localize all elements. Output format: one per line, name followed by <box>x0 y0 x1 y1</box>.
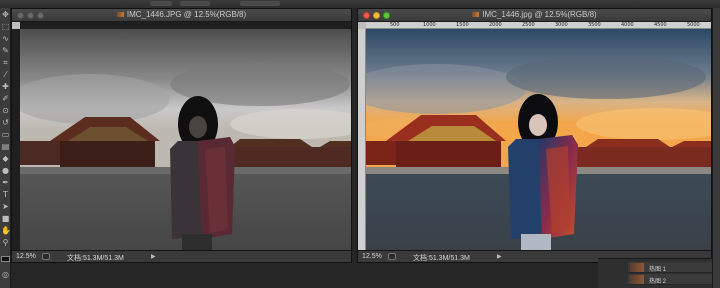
window-title: IMC_1446.jpg @ 12.5%(RGB/8) <box>358 10 711 19</box>
dodge-tool-icon[interactable]: ● <box>1 166 10 175</box>
image-canvas[interactable] <box>366 29 711 250</box>
vertical-ruler[interactable] <box>358 29 366 250</box>
original-photo <box>20 29 351 250</box>
layer-thumbnail <box>630 275 644 284</box>
menu-blob <box>240 1 280 6</box>
ruler-tick-label: 500 <box>390 22 400 28</box>
blur-tool-icon[interactable]: ◆ <box>1 154 10 163</box>
status-arrow-icon[interactable]: ▶ <box>497 253 502 260</box>
document-window-original[interactable]: IMC_1446.JPG @ 12.5%(RGB/8) 12.5% 文档:51.… <box>11 8 352 263</box>
status-arrow-icon[interactable]: ▶ <box>151 253 156 260</box>
eyedropper-tool-icon[interactable]: ⁄ <box>1 70 10 79</box>
history-brush-tool-icon[interactable]: ↺ <box>1 118 10 127</box>
status-menu-button[interactable] <box>388 253 396 260</box>
type-tool-icon[interactable]: T <box>1 190 10 199</box>
gradient-tool-icon[interactable]: ▤ <box>1 142 10 151</box>
lasso-tool-icon[interactable]: ∿ <box>1 34 10 43</box>
document-window-edited[interactable]: IMC_1446.jpg @ 12.5%(RGB/8) 500 1000 150… <box>357 8 712 263</box>
ruler-tick-label: 4500 <box>654 22 667 28</box>
status-bar: 12.5% 文档:51.3M/51.3M ▶ <box>12 250 351 262</box>
ruler-corner <box>358 22 366 29</box>
image-canvas[interactable] <box>20 29 351 250</box>
status-menu-button[interactable] <box>42 253 50 260</box>
ruler-tick-label: 5000 <box>687 22 700 28</box>
photoshop-workspace: ✥ ⬚ ∿ ✎ ⌗ ⁄ ✚ ✐ ⊙ ↺ ▭ ▤ ◆ ● ✒ T ➤ ■ ✋ ⚲ … <box>0 0 720 288</box>
layer-row[interactable]: 热图 1 <box>628 262 712 273</box>
hand-tool-icon[interactable]: ✋ <box>1 226 11 235</box>
zoom-level[interactable]: 12.5% <box>362 253 382 260</box>
layer-thumbnail <box>630 263 644 272</box>
window-titlebar[interactable]: IMC_1446.jpg @ 12.5%(RGB/8) <box>358 9 711 22</box>
menu-blob <box>180 1 210 6</box>
healing-tool-icon[interactable]: ✚ <box>1 82 10 91</box>
layer-name: 热图 2 <box>649 279 667 285</box>
clone-tool-icon[interactable]: ⊙ <box>1 106 10 115</box>
ruler-tick-label: 2000 <box>489 22 502 28</box>
ruler-corner <box>12 22 20 29</box>
crop-tool-icon[interactable]: ⌗ <box>1 58 10 67</box>
quick-select-tool-icon[interactable]: ✎ <box>1 46 10 55</box>
document-size: 文档:51.3M/51.3M <box>413 255 470 262</box>
layers-panel: 热图 1 热图 2 <box>598 258 712 288</box>
pen-tool-icon[interactable]: ✒ <box>1 178 10 187</box>
zoom-tool-icon[interactable]: ⚲ <box>1 238 10 247</box>
edited-photo <box>366 29 711 250</box>
layer-name: 热图 1 <box>649 267 667 273</box>
ruler-tick-label: 1500 <box>456 22 469 28</box>
marquee-tool-icon[interactable]: ⬚ <box>1 22 10 31</box>
ruler-tick-label: 4000 <box>621 22 634 28</box>
application-bar <box>0 0 720 8</box>
path-select-tool-icon[interactable]: ➤ <box>1 202 10 211</box>
window-titlebar[interactable]: IMC_1446.JPG @ 12.5%(RGB/8) <box>12 9 351 22</box>
menu-blob <box>150 1 172 6</box>
ruler-tick-label: 1000 <box>423 22 436 28</box>
brush-tool-icon[interactable]: ✐ <box>1 94 10 103</box>
right-panel-dock[interactable] <box>712 8 720 288</box>
foreground-color-swatch[interactable] <box>1 256 10 262</box>
layer-row[interactable]: 热图 2 <box>628 274 712 285</box>
tools-panel: ✥ ⬚ ∿ ✎ ⌗ ⁄ ✚ ✐ ⊙ ↺ ▭ ▤ ◆ ● ✒ T ➤ ■ ✋ ⚲ … <box>0 8 11 288</box>
document-icon <box>472 12 480 17</box>
ruler-tick-label: 2500 <box>522 22 535 28</box>
move-tool-icon[interactable]: ✥ <box>1 10 10 19</box>
window-title: IMC_1446.JPG @ 12.5%(RGB/8) <box>12 10 351 19</box>
ruler-tick-label: 3500 <box>588 22 601 28</box>
document-icon <box>116 12 124 17</box>
zoom-level[interactable]: 12.5% <box>16 253 36 260</box>
document-size: 文档:51.3M/51.3M <box>67 255 124 262</box>
shape-tool-icon[interactable]: ■ <box>1 214 10 223</box>
ruler-tick-label: 3000 <box>555 22 568 28</box>
eraser-tool-icon[interactable]: ▭ <box>1 130 10 139</box>
quick-mask-icon[interactable]: ◎ <box>1 270 10 279</box>
horizontal-ruler[interactable]: 500 1000 1500 2000 2500 3000 3500 4000 4… <box>366 22 711 29</box>
